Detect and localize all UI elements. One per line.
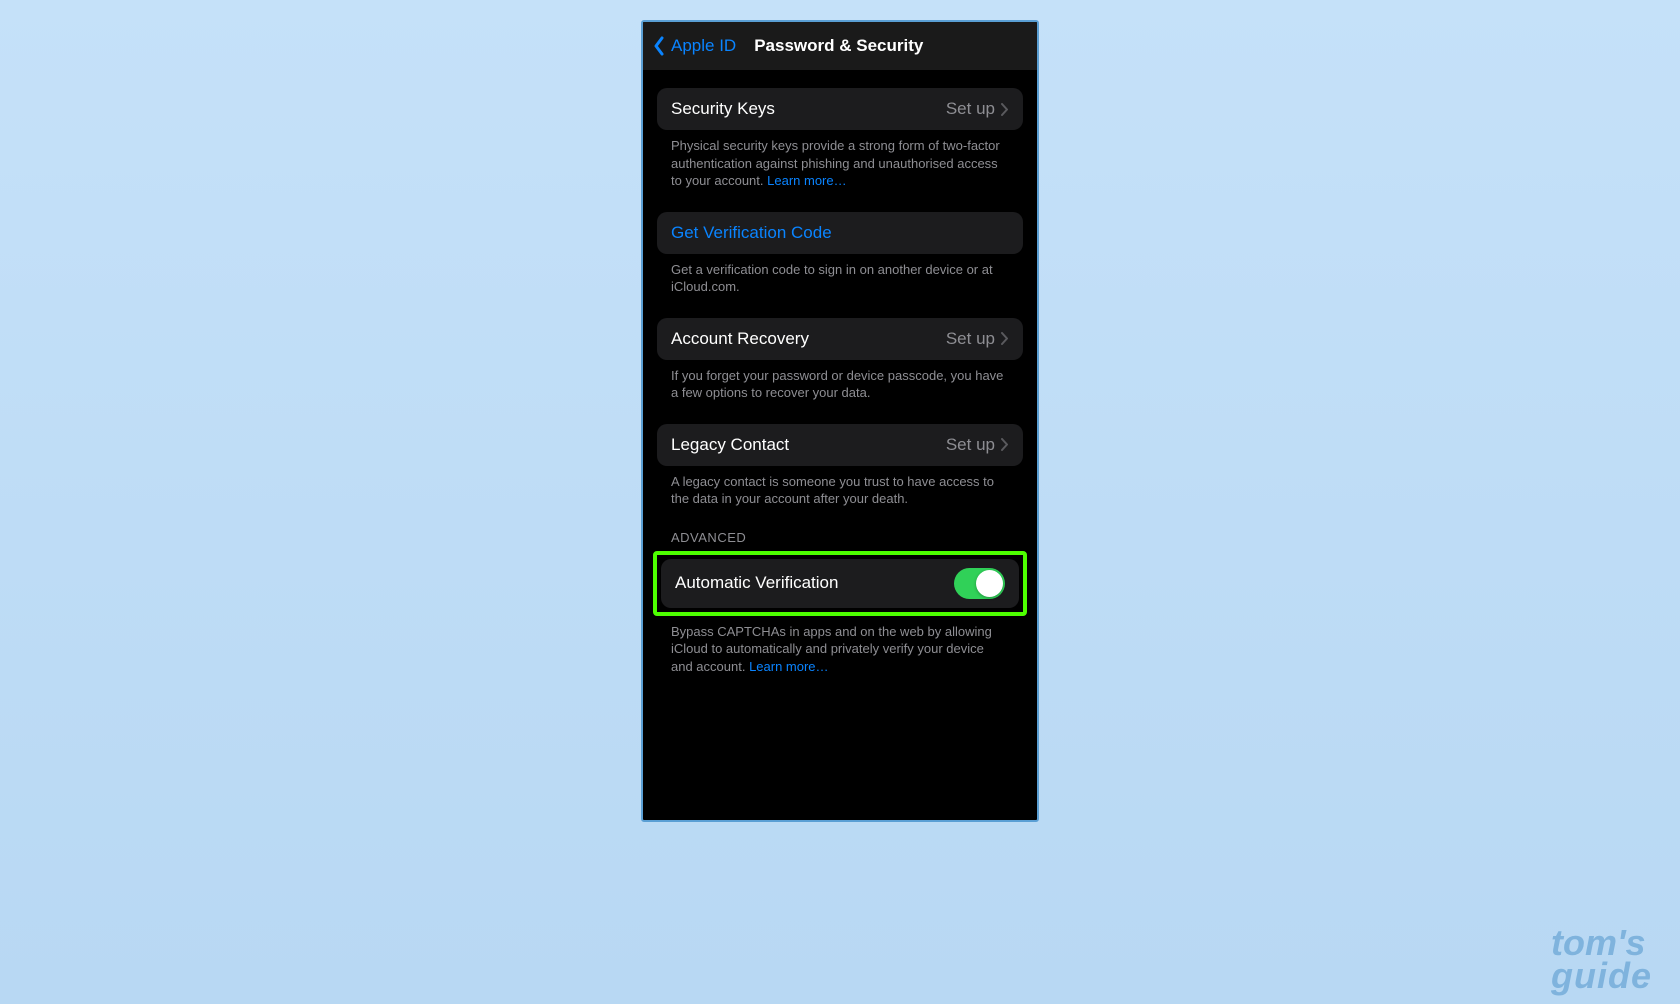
chevron-right-icon <box>1001 103 1009 116</box>
account-recovery-footer: If you forget your password or device pa… <box>657 360 1023 402</box>
security-keys-footer: Physical security keys provide a strong … <box>657 130 1023 190</box>
verification-code-label: Get Verification Code <box>671 223 832 243</box>
chevron-right-icon <box>1001 332 1009 345</box>
back-chevron-icon <box>653 36 665 56</box>
back-button[interactable]: Apple ID <box>653 36 736 56</box>
legacy-contact-row[interactable]: Legacy Contact Set up <box>657 424 1023 466</box>
advanced-section-header: ADVANCED <box>657 530 1023 551</box>
row-accessory: Set up <box>946 435 1009 455</box>
phone-screenshot: Apple ID Password & Security Security Ke… <box>641 20 1039 822</box>
legacy-contact-label: Legacy Contact <box>671 435 789 455</box>
automatic-verification-row: Automatic Verification <box>661 559 1019 608</box>
highlight-annotation: Automatic Verification <box>653 551 1027 616</box>
navigation-header: Apple ID Password & Security <box>643 22 1037 70</box>
automatic-verification-label: Automatic Verification <box>675 573 838 593</box>
account-recovery-row[interactable]: Account Recovery Set up <box>657 318 1023 360</box>
account-recovery-label: Account Recovery <box>671 329 809 349</box>
legacy-contact-footer: A legacy contact is someone you trust to… <box>657 466 1023 508</box>
content-area: Security Keys Set up Physical security k… <box>643 70 1037 676</box>
verification-code-footer: Get a verification code to sign in on an… <box>657 254 1023 296</box>
setup-label: Set up <box>946 99 995 119</box>
chevron-right-icon <box>1001 438 1009 451</box>
watermark-logo: tom's guide <box>1551 927 1652 992</box>
row-accessory: Set up <box>946 329 1009 349</box>
row-accessory: Set up <box>946 99 1009 119</box>
security-keys-label: Security Keys <box>671 99 775 119</box>
back-label: Apple ID <box>671 36 736 56</box>
automatic-verification-footer: Bypass CAPTCHAs in apps and on the web b… <box>657 616 1023 676</box>
automatic-verification-toggle[interactable] <box>954 568 1005 599</box>
learn-more-link[interactable]: Learn more… <box>749 659 828 674</box>
setup-label: Set up <box>946 435 995 455</box>
setup-label: Set up <box>946 329 995 349</box>
security-keys-row[interactable]: Security Keys Set up <box>657 88 1023 130</box>
watermark-line2: guide <box>1551 960 1652 992</box>
learn-more-link[interactable]: Learn more… <box>767 173 846 188</box>
get-verification-code-row[interactable]: Get Verification Code <box>657 212 1023 254</box>
page-title: Password & Security <box>754 36 923 56</box>
toggle-knob <box>976 570 1003 597</box>
